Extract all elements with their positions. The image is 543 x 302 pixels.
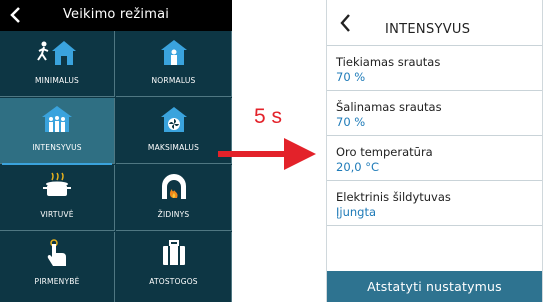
setting-name: Šalinamas srautas xyxy=(336,100,442,114)
delay-label: 5 s xyxy=(254,105,283,128)
setting-extract-flow[interactable]: Šalinamas srautas 70 % xyxy=(327,92,542,136)
mode-tile-intensyvus[interactable]: INTENSYVUS xyxy=(0,98,115,166)
mode-tile-label: MAKSIMALUS xyxy=(147,143,200,152)
cooking-pot-icon xyxy=(43,172,71,196)
mode-tile-label: ATOSTOGOS xyxy=(149,277,198,286)
mode-menu-header: Veikimo režimai xyxy=(0,0,232,31)
transition-arrow-icon xyxy=(218,138,316,170)
setting-electric-heater[interactable]: Elektrinis šildytuvas Įjungta xyxy=(327,182,542,226)
mode-tile-label: ŽIDINYS xyxy=(157,210,190,219)
mode-tile-label: VIRTUVĖ xyxy=(40,210,74,219)
setting-supply-flow[interactable]: Tiekiamas srautas 70 % xyxy=(327,47,542,91)
setting-name: Elektrinis šildytuvas xyxy=(336,190,451,204)
setting-value: 20,0 °C xyxy=(336,160,380,174)
setting-value: 70 % xyxy=(336,115,366,129)
setting-name: Tiekiamas srautas xyxy=(336,55,441,69)
mode-tile-label: INTENSYVUS xyxy=(32,143,82,152)
mode-tile-atostogos[interactable]: ATOSTOGOS xyxy=(116,232,232,302)
reset-settings-button[interactable]: Atstatyti nustatymus xyxy=(327,271,542,302)
mode-grid: MINIMALUS NORMALUS INTENSYVUS MAKSIMALUS… xyxy=(0,31,232,302)
mode-tile-label: NORMALUS xyxy=(151,76,196,85)
mode-tile-minimalus[interactable]: MINIMALUS xyxy=(0,31,115,97)
group-house-icon xyxy=(42,106,72,132)
mode-tile-label: PIRMENYBĖ xyxy=(34,277,80,286)
mode-tile-maksimalus[interactable]: MAKSIMALUS xyxy=(116,98,232,164)
fan-house-icon xyxy=(160,107,187,132)
mode-tile-zidinys[interactable]: ŽIDINYS xyxy=(116,165,232,231)
person-house-icon xyxy=(160,40,187,65)
suitcase-icon xyxy=(162,240,185,265)
settings-title: INTENSYVUS xyxy=(385,22,471,37)
setting-value: Įjungta xyxy=(336,205,377,219)
settings-header: INTENSYVUS xyxy=(327,0,542,46)
walking-person-house-icon xyxy=(37,41,76,65)
mode-menu-screen: Veikimo režimai MINIMALUS NORMALUS INTEN… xyxy=(0,0,232,302)
mode-tile-normalus[interactable]: NORMALUS xyxy=(116,31,232,97)
intensyvus-settings-screen: INTENSYVUS Tiekiamas srautas 70 % Šalina… xyxy=(326,0,543,302)
setting-name: Oro temperatūra xyxy=(336,145,433,159)
mode-menu-title: Veikimo režimai xyxy=(62,7,170,22)
fireplace-flame-icon xyxy=(161,174,186,199)
mode-tile-pirmenybe[interactable]: PIRMENYBĖ xyxy=(0,232,115,302)
setting-value: 70 % xyxy=(336,70,366,84)
mode-tile-virtuve[interactable]: VIRTUVĖ xyxy=(0,165,115,231)
setting-air-temperature[interactable]: Oro temperatūra 20,0 °C xyxy=(327,137,542,181)
finger-touch-icon xyxy=(47,239,66,266)
back-arrow-icon[interactable] xyxy=(335,12,357,34)
mode-tile-label: MINIMALUS xyxy=(35,76,79,85)
